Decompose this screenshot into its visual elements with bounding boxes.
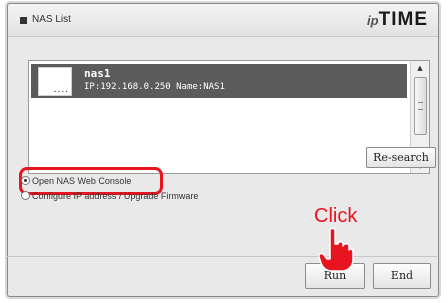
end-button[interactable]: End <box>373 263 431 289</box>
radio-open-web-console[interactable] <box>21 176 30 185</box>
click-annotation: Click <box>314 205 358 227</box>
scroll-up-icon[interactable]: ▲ <box>411 61 429 75</box>
nas-device-icon: .... <box>38 67 72 96</box>
research-button[interactable]: Re-search <box>366 147 436 168</box>
pointing-hand-icon <box>318 228 354 272</box>
window-title: NAS List <box>32 14 71 25</box>
option-label: Open NAS Web Console <box>32 176 132 186</box>
radio-configure-ip[interactable] <box>21 191 30 200</box>
option-configure-ip[interactable]: Configure IP address / Upgrade Firmware <box>21 191 199 201</box>
option-open-web-console[interactable]: Open NAS Web Console <box>21 176 132 186</box>
divider <box>7 256 437 257</box>
scroll-thumb[interactable] <box>414 77 427 135</box>
option-label: Configure IP address / Upgrade Firmware <box>32 191 199 201</box>
nas-info: IP:192.168.0.250 Name:NAS1 <box>84 82 225 92</box>
title-bar: NAS List ipTIME <box>8 4 438 37</box>
nas-list-item[interactable]: .... nas1 IP:192.168.0.250 Name:NAS1 <box>31 64 407 98</box>
window-icon <box>20 17 27 24</box>
nas-name: nas1 <box>84 67 111 80</box>
iptime-logo: ipTIME <box>367 9 428 30</box>
